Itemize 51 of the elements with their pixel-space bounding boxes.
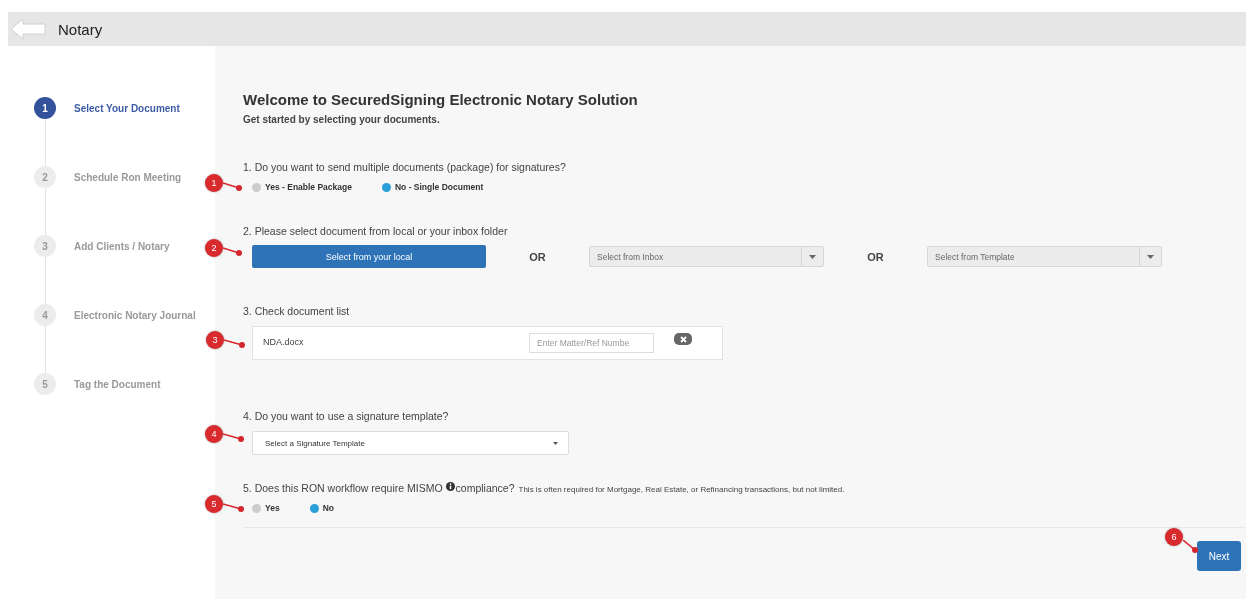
step-label[interactable]: Select Your Document: [74, 103, 180, 114]
select-local-button[interactable]: Select from your local: [252, 245, 486, 268]
remove-button[interactable]: [674, 333, 692, 345]
caret-icon: [809, 254, 816, 259]
reference-input[interactable]: Enter Matter/Ref Numbe: [529, 333, 654, 353]
leader-line: [224, 337, 246, 349]
callout-number: 2: [205, 239, 223, 257]
radio-option[interactable]: No - Single Document: [381, 182, 484, 192]
leader-line: [223, 245, 243, 257]
signature-template-select[interactable]: Select a Signature Template: [252, 431, 569, 455]
radio-option[interactable]: No: [309, 503, 334, 513]
callout-number: 5: [205, 495, 223, 513]
question-text: compliance?: [455, 482, 515, 494]
caret-icon: [1147, 254, 1154, 259]
question-text: 1. Do you want to send multiple documents (package) for signatures?: [243, 161, 567, 173]
question-text: 4. Do you want to use a signature template?: [243, 410, 450, 422]
caret-icon: [553, 441, 558, 445]
close-icon: [679, 335, 687, 343]
leader-line: [1183, 540, 1199, 554]
callout-number: 3: [206, 331, 224, 349]
step-label[interactable]: Schedule Ron Meeting: [74, 172, 182, 183]
step-label[interactable]: Tag the Document: [74, 379, 161, 390]
leader-line: [223, 180, 243, 192]
question-text: 3. Check document list: [243, 305, 351, 317]
step-label[interactable]: Add Clients / Notary: [74, 241, 170, 252]
leader-line: [223, 431, 245, 443]
callout-number: 1: [205, 174, 223, 192]
next-button[interactable]: Next: [1197, 541, 1241, 571]
document-name: NDA.docx: [262, 336, 305, 347]
or-separator: OR: [866, 250, 885, 263]
step-number: 4: [34, 304, 56, 326]
leader-line: [223, 501, 245, 513]
question-text: 2. Please select document from local or your inbox folder: [243, 225, 509, 237]
radio-option[interactable]: Yes - Enable Package: [252, 182, 352, 192]
page-title: Notary: [58, 20, 103, 38]
step-label[interactable]: Electronic Notary Journal: [74, 310, 196, 321]
step-number: 5: [34, 373, 56, 395]
welcome-title: Welcome to SecuredSigning Electronic Notary Solution: [243, 91, 639, 108]
step-number: 2: [34, 166, 56, 188]
step-number: 3: [34, 235, 56, 257]
info-icon[interactable]: [445, 482, 455, 491]
radio-option[interactable]: Yes: [252, 503, 280, 513]
question-text: 5. Does this RON workflow require MISMO: [243, 482, 443, 494]
callout-number: 4: [205, 425, 223, 443]
callout-number: 6: [1165, 528, 1183, 546]
step-number: 1: [34, 97, 56, 119]
or-separator: OR: [528, 250, 547, 263]
dropdown[interactable]: Select from Template: [927, 246, 1162, 267]
dropdown[interactable]: Select from Inbox: [589, 246, 824, 267]
welcome-subtitle: Get started by selecting your documents.: [243, 114, 441, 125]
question-note: This is often required for Mortgage, Real Estate, or Refinancing transactions, but not limited.: [518, 485, 845, 494]
